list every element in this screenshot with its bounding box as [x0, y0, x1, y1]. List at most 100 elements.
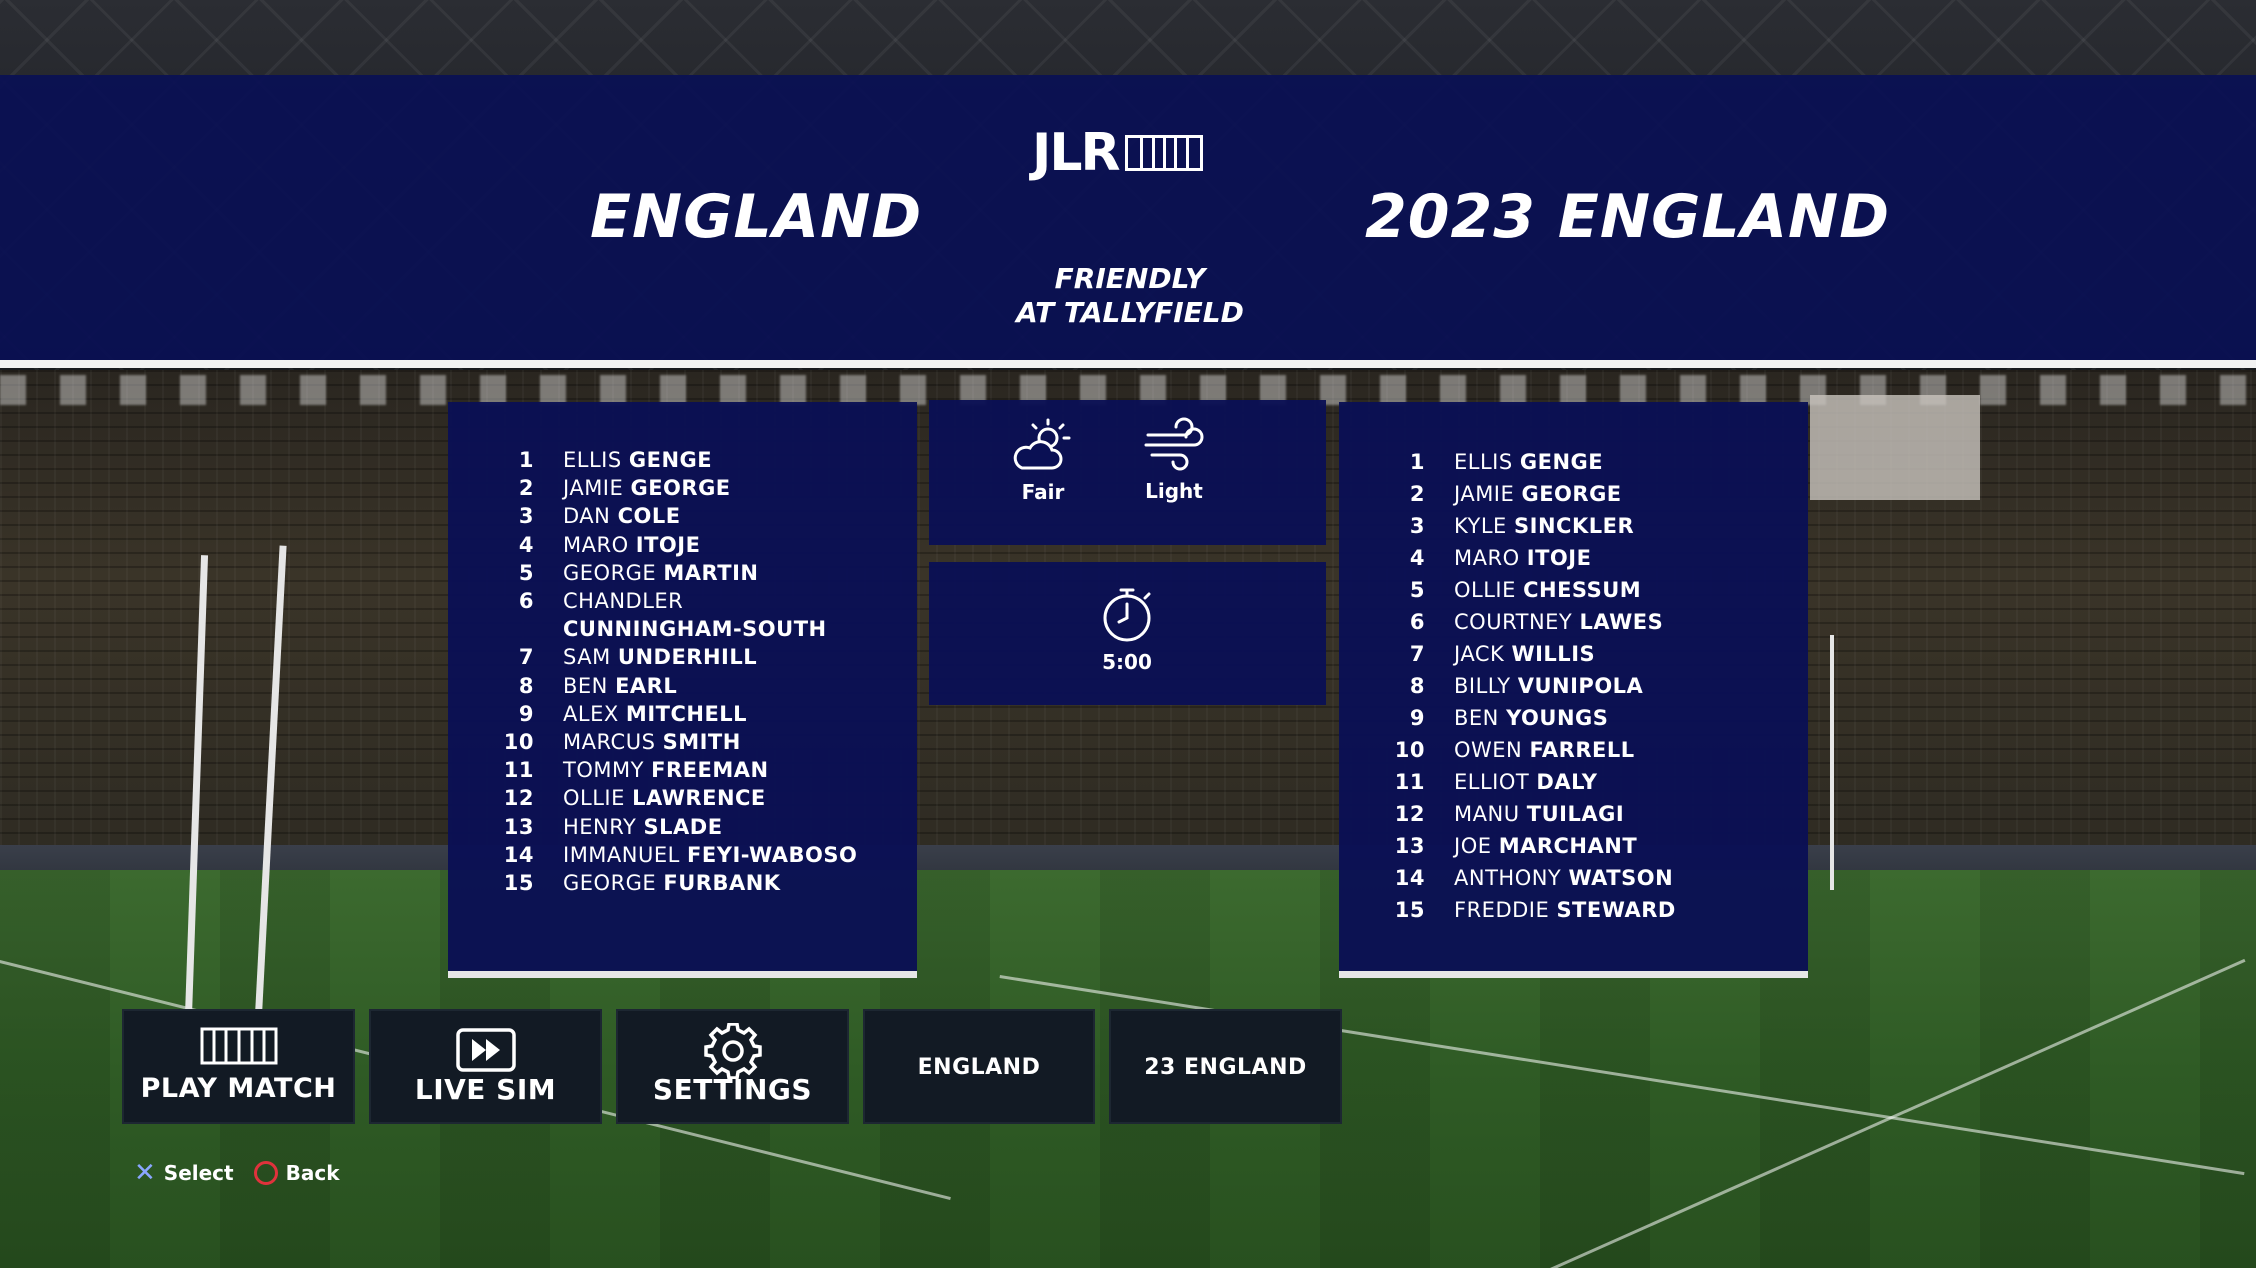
player-row: 7 SAM UNDERHILL: [488, 643, 898, 671]
player-row: 8 BEN EARL: [488, 672, 898, 700]
player-row: 11 TOMMY FREEMAN: [488, 756, 898, 784]
player-number: 11: [503, 758, 534, 783]
player-last-name: UNDERHILL: [617, 645, 758, 670]
play-match-label: PLAY MATCH: [140, 1073, 337, 1104]
player-number: 6: [1409, 610, 1425, 634]
gear-icon: [703, 1023, 762, 1079]
player-number: 6: [518, 589, 534, 614]
player-last-name: LAWRENCE: [632, 786, 766, 811]
player-last-name: VUNIPOLA: [1517, 674, 1644, 698]
home-team-button[interactable]: ENGLAND: [863, 1009, 1095, 1124]
pitch-icon: [200, 1027, 277, 1065]
fast-forward-icon: [455, 1028, 516, 1072]
match-type: FRIENDLY AT TALLYFIELD: [960, 262, 1300, 330]
stopwatch-icon: [1103, 588, 1151, 642]
player-first-name: ALEX: [563, 701, 619, 726]
player-last-name: MITCHELL: [625, 701, 748, 726]
player-first-name: OWEN: [1454, 738, 1523, 762]
player-last-name: LAWES: [1579, 610, 1664, 634]
player-first-name: MANU: [1454, 802, 1520, 826]
home-team-name: ENGLAND: [590, 182, 923, 252]
player-row: 13 JOE MARCHANT: [1379, 830, 1789, 862]
player-last-name: YOUNGS: [1506, 706, 1609, 730]
game-logo: JLR: [1032, 123, 1203, 183]
player-last-name: FEYI-WABOSO: [687, 842, 858, 867]
player-last-name: SLADE: [643, 814, 723, 839]
pitch-logo-icon: [1124, 135, 1203, 171]
player-number: 12: [503, 786, 534, 811]
player-last-name: DALY: [1536, 770, 1598, 794]
settings-label: SETTINGS: [652, 1073, 813, 1106]
player-number: 12: [1394, 802, 1425, 826]
home-lineup-panel: 1 ELLIS GENGE 2 JAMIE GEORGE 3 DAN COLE 4 MA…: [448, 402, 917, 978]
player-number: 10: [503, 730, 534, 755]
controller-hints: ✕ Select Back: [134, 1160, 340, 1186]
player-number: 14: [1394, 866, 1425, 890]
player-last-name: GENGE: [628, 448, 713, 472]
player-first-name: IMMANUEL: [563, 842, 680, 867]
player-number: 1: [1409, 450, 1425, 474]
player-first-name: KYLE: [1454, 514, 1507, 538]
weather-label: Fair: [1021, 480, 1065, 504]
away-lineup-list: 1 ELLIS GENGE 2 JAMIE GEORGE 3 KYLE SINCKLE…: [1379, 446, 1789, 926]
player-number: 5: [1409, 578, 1425, 602]
player-last-name: FREEMAN: [651, 758, 769, 783]
player-first-name: FREDDIE: [1454, 898, 1550, 922]
player-first-name: GEORGE: [563, 560, 657, 585]
wind-label: Light: [1145, 479, 1203, 503]
player-first-name: ELLIOT: [1454, 770, 1530, 794]
away-team-name: 2023 ENGLAND: [1365, 182, 1891, 252]
settings-button[interactable]: SETTINGS: [616, 1009, 849, 1124]
player-first-name: CHANDLER: [563, 589, 684, 614]
player-number: 8: [1409, 674, 1425, 698]
player-first-name: OLLIE: [563, 786, 625, 811]
player-last-name: EARL: [615, 673, 678, 698]
player-last-name: SMITH: [662, 730, 741, 755]
player-first-name: JAMIE: [563, 476, 624, 501]
cross-button-icon: ✕: [134, 1158, 156, 1188]
player-number: 3: [518, 504, 534, 529]
player-row: 14 IMMANUEL FEYI-WABOSO: [488, 841, 898, 869]
logo-text: JLR: [1032, 123, 1121, 183]
player-first-name: GEORGE: [563, 871, 657, 896]
player-number: 7: [1409, 642, 1425, 666]
player-number: 7: [518, 645, 534, 670]
player-row: 12 OLLIE LAWRENCE: [488, 784, 898, 812]
player-first-name: ELLIS: [563, 448, 622, 472]
player-last-name: SINCKLER: [1514, 514, 1635, 538]
player-row: 7 JACK WILLIS: [1379, 638, 1789, 670]
away-team-button[interactable]: 23 ENGLAND: [1109, 1009, 1342, 1124]
player-number: 4: [518, 532, 534, 557]
player-first-name: JACK: [1454, 642, 1505, 666]
wind-indicator: Light: [1114, 413, 1234, 503]
player-row: 6 COURTNEY LAWES: [1379, 606, 1789, 638]
player-first-name: MARO: [1454, 546, 1520, 570]
live-sim-label: LIVE SIM: [414, 1073, 557, 1106]
player-last-name: COLE: [617, 504, 681, 529]
player-row: 3 DAN COLE: [488, 502, 898, 530]
player-first-name: TOMMY: [563, 758, 644, 783]
player-last-name: GENGE: [1519, 450, 1604, 474]
player-row: 8 BILLY VUNIPOLA: [1379, 670, 1789, 702]
player-first-name: MARO: [563, 532, 629, 557]
player-number: 1: [518, 448, 534, 472]
live-sim-button[interactable]: LIVE SIM: [369, 1009, 602, 1124]
match-length-indicator: 5:00: [1067, 584, 1187, 674]
player-row: 5 OLLIE CHESSUM: [1379, 574, 1789, 606]
circle-button-icon: [253, 1161, 278, 1185]
player-first-name: COURTNEY: [1454, 610, 1573, 634]
play-match-button[interactable]: PLAY MATCH: [122, 1009, 355, 1124]
match-venue-label: AT TALLYFIELD: [1016, 296, 1244, 329]
player-number: 11: [1394, 770, 1425, 794]
player-first-name: MARCUS: [563, 730, 656, 755]
player-number: 10: [1394, 738, 1425, 762]
player-first-name: SAM: [563, 645, 611, 670]
player-number: 8: [518, 673, 534, 698]
player-number: 14: [503, 842, 534, 867]
player-last-name: FURBANK: [663, 871, 781, 896]
player-row: 2 JAMIE GEORGE: [488, 474, 898, 502]
player-row: 9 ALEX MITCHELL: [488, 700, 898, 728]
player-last-name: MARTIN: [663, 560, 759, 585]
player-first-name: HENRY: [563, 814, 637, 839]
player-last-name: STEWARD: [1556, 898, 1676, 922]
